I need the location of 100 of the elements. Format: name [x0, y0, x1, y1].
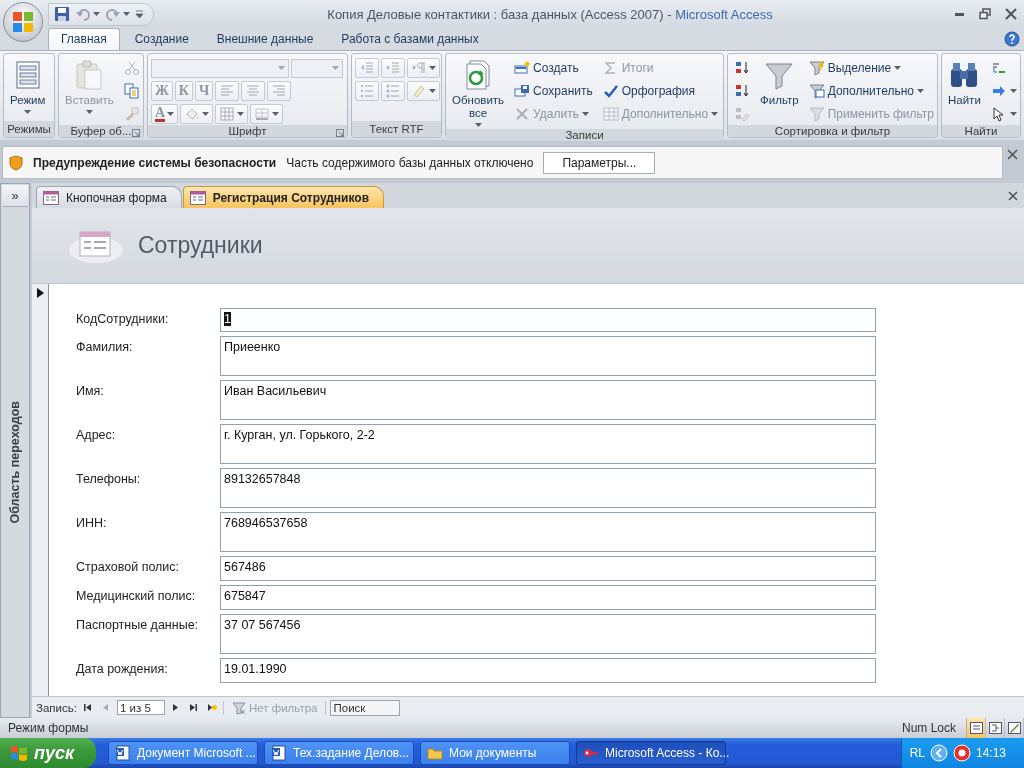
- ribbon-button[interactable]: Фильтр: [757, 57, 802, 109]
- ribbon-button[interactable]: Создать: [511, 58, 582, 78]
- align-right-icon: [271, 83, 288, 99]
- sort-descending-icon: [734, 83, 750, 99]
- num-lock-indicator: Num Lock: [901, 721, 956, 735]
- ribbon-button[interactable]: Дополнительно: [805, 81, 927, 101]
- start-button[interactable]: пуск: [0, 738, 96, 768]
- document-icon: [271, 745, 287, 761]
- caret-icon: [278, 66, 285, 70]
- clear-sort-icon: [734, 106, 750, 122]
- options-button[interactable]: Параметры...: [543, 151, 656, 174]
- field-label: Паспортные данные:: [76, 617, 200, 634]
- document-tab[interactable]: Регистрация Сотрудников: [182, 186, 385, 208]
- text-field[interactable]: 768946537658: [220, 512, 876, 552]
- close-icon: [1008, 190, 1018, 201]
- field-label: КодСотрудники:: [76, 311, 170, 328]
- group-label: Буфер об...: [59, 125, 143, 137]
- expand-button[interactable]: »: [2, 185, 28, 207]
- form-icon: [43, 190, 59, 205]
- restore-icon: [979, 8, 991, 20]
- document-icon: [115, 745, 131, 761]
- close-button[interactable]: [1007, 149, 1018, 160]
- field-label: ИНН:: [76, 515, 108, 532]
- paragraph-icon: [411, 60, 427, 76]
- align-left-icon: [219, 83, 236, 99]
- field-label: Имя:: [76, 383, 105, 400]
- help-button[interactable]: [1004, 31, 1020, 47]
- arrow-right-icon: [990, 83, 1007, 99]
- field-label: Дата рождения:: [76, 661, 169, 678]
- clock: 14:13: [975, 746, 1006, 760]
- paint-bucket-icon: [184, 106, 201, 122]
- office-button[interactable]: [3, 2, 43, 42]
- caret-icon: [917, 89, 924, 93]
- caret-icon: [711, 112, 719, 116]
- ribbon-button[interactable]: Найти: [945, 57, 984, 109]
- caret-icon: [237, 112, 245, 116]
- customize-toolbar-button[interactable]: [134, 9, 145, 19]
- ribbon-tab[interactable]: Главная: [48, 28, 120, 50]
- redo-icon: [105, 6, 121, 22]
- indent-decrease-icon: [359, 60, 375, 76]
- next-record-icon: [170, 703, 181, 712]
- dialog-launcher-icon[interactable]: [132, 129, 140, 137]
- status-text: Режим формы: [8, 721, 89, 735]
- funnel-icon: [808, 106, 825, 122]
- record-number-field[interactable]: 1 из 5: [116, 700, 165, 715]
- gridlines-icon: [254, 106, 271, 122]
- ribbon-button[interactable]: Обновить все: [449, 57, 508, 129]
- record-selector[interactable]: [32, 284, 49, 696]
- ribbon-button[interactable]: Орфография: [599, 81, 699, 101]
- text-field[interactable]: 1: [220, 308, 876, 332]
- brush-icon: [123, 106, 140, 122]
- navigation-pane-title: Область переходов: [8, 400, 22, 524]
- save-button[interactable]: [53, 5, 71, 23]
- highlight-icon: [411, 83, 427, 99]
- funnel-icon: [231, 700, 246, 715]
- search-field[interactable]: Поиск: [330, 699, 401, 716]
- field-label: Адрес:: [76, 427, 117, 444]
- caret-icon: [581, 112, 589, 116]
- flag-logo-icon: [10, 744, 28, 762]
- spelling-icon: [602, 83, 619, 99]
- caret-icon: [1009, 89, 1017, 93]
- indent-increase-icon: [385, 60, 401, 76]
- text-field[interactable]: 37 07 567456: [220, 614, 876, 654]
- text-field[interactable]: 675847: [220, 585, 876, 610]
- align-center-icon: [245, 83, 262, 99]
- caret-icon: [272, 112, 280, 116]
- delete-icon: [514, 106, 531, 122]
- filter-options-icon: [808, 83, 825, 99]
- field-label: Страховой полис:: [76, 559, 181, 576]
- chevron-icon[interactable]: [929, 744, 948, 762]
- group-label: Шрифт: [148, 125, 347, 137]
- text-field[interactable]: Приеенко: [220, 336, 876, 376]
- group-label: Записи: [446, 129, 723, 141]
- tray-app-icon[interactable]: [952, 744, 971, 762]
- close-button[interactable]: [1008, 190, 1018, 201]
- record-pointer-icon: [36, 288, 44, 298]
- copy-icon: [123, 83, 140, 99]
- text-field[interactable]: 89132657848: [220, 468, 876, 508]
- view-button[interactable]: [1005, 718, 1024, 738]
- ribbon-tab[interactable]: Создание: [121, 28, 202, 50]
- text-field[interactable]: 567486: [220, 556, 876, 581]
- field-label: Медицинский полис:: [76, 588, 197, 605]
- ribbon-tab[interactable]: Внешние данные: [203, 28, 327, 50]
- ribbon-button[interactable]: Режим: [7, 57, 49, 116]
- close-icon: [1005, 8, 1017, 20]
- view-button[interactable]: [967, 718, 986, 738]
- undo-icon: [75, 6, 91, 22]
- dialog-launcher-icon[interactable]: [336, 129, 344, 137]
- text-field[interactable]: 19.01.1990: [220, 658, 876, 683]
- ribbon-button[interactable]: Сохранить: [511, 81, 596, 101]
- text-field[interactable]: г. Курган, ул. Горького, 2-2: [220, 424, 876, 464]
- document-tab[interactable]: Кнопочная форма: [36, 186, 182, 208]
- group-label: Текст RTF: [352, 121, 441, 137]
- ribbon-tab[interactable]: Работа с базами данных: [328, 28, 492, 50]
- field-label: Телефоны:: [76, 471, 142, 488]
- previous-record-icon: [100, 703, 111, 712]
- caret-icon: [332, 66, 339, 70]
- text-field[interactable]: Иван Васильевич: [220, 380, 876, 420]
- window-title: Копия Деловые контактики : база данных (Access 2007) - Microsoft Access: [326, 6, 774, 22]
- ribbon-button[interactable]: Выделение: [805, 58, 905, 78]
